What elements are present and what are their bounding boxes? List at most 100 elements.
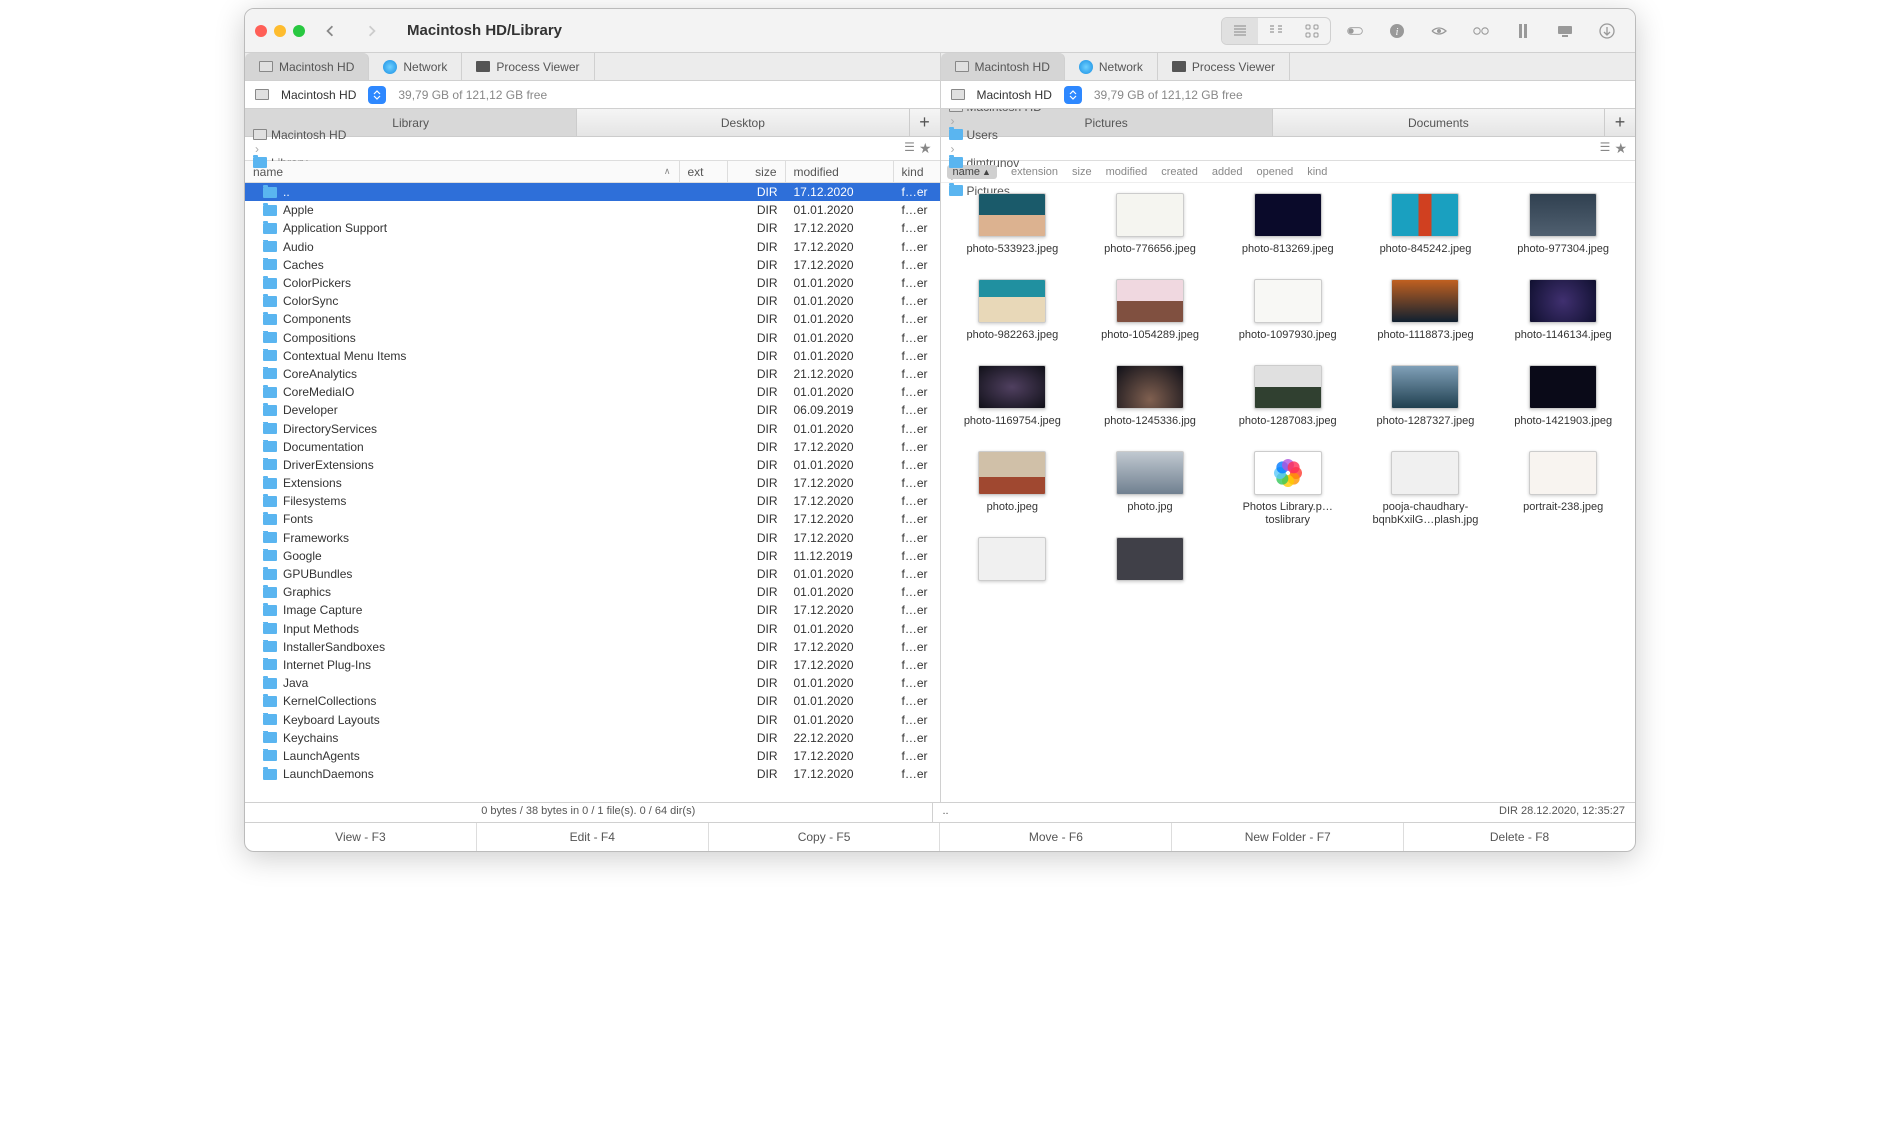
file-row[interactable]: AudioDIR17.12.2020f…er xyxy=(245,238,940,256)
thumbnail[interactable]: photo.jpg xyxy=(1082,451,1218,531)
location-tab-left-0[interactable]: Macintosh HD xyxy=(245,53,369,80)
fkey-4[interactable]: Edit - F4 xyxy=(477,823,709,851)
thumbnail[interactable]: photo-1118873.jpeg xyxy=(1358,279,1494,359)
thumbnail[interactable]: photo-1169754.jpeg xyxy=(945,365,1081,445)
file-row[interactable]: ColorSyncDIR01.01.2020f…er xyxy=(245,292,940,310)
file-row[interactable]: FontsDIR17.12.2020f…er xyxy=(245,510,940,528)
thumbnail[interactable]: photo-1054289.jpeg xyxy=(1082,279,1218,359)
thumbnail[interactable]: photo-1421903.jpeg xyxy=(1495,365,1631,445)
fkey-3[interactable]: View - F3 xyxy=(245,823,477,851)
file-row[interactable]: ComponentsDIR01.01.2020f…er xyxy=(245,310,940,328)
thumbnail[interactable]: photo-1287083.jpeg xyxy=(1220,365,1356,445)
pane-tab-left-1[interactable]: Desktop xyxy=(577,109,909,136)
file-row[interactable]: AppleDIR01.01.2020f…er xyxy=(245,201,940,219)
breadcrumb-seg[interactable]: Macintosh HD xyxy=(949,109,1042,114)
file-row[interactable]: CoreAnalyticsDIR21.12.2020f…er xyxy=(245,365,940,383)
thumbnail[interactable]: photo.jpeg xyxy=(945,451,1081,531)
thumbnail[interactable]: portrait-238.jpeg xyxy=(1495,451,1631,531)
file-row[interactable]: ColorPickersDIR01.01.2020f…er xyxy=(245,274,940,292)
file-row[interactable]: GraphicsDIR01.01.2020f…er xyxy=(245,583,940,601)
file-row[interactable]: Internet Plug-InsDIR17.12.2020f…er xyxy=(245,656,940,674)
darkmode-toggle-icon[interactable] xyxy=(1337,18,1373,44)
info-icon[interactable]: i xyxy=(1379,18,1415,44)
sort-modified[interactable]: modified xyxy=(1106,166,1148,178)
file-row[interactable]: DocumentationDIR17.12.2020f…er xyxy=(245,438,940,456)
file-row[interactable]: LaunchAgentsDIR17.12.2020f…er xyxy=(245,747,940,765)
thumbnail[interactable]: photo-982263.jpeg xyxy=(945,279,1081,359)
col-name[interactable]: name∧ xyxy=(245,161,680,182)
location-tab-left-1[interactable]: Network xyxy=(369,53,462,80)
breadcrumb-seg[interactable]: Users xyxy=(949,128,1042,142)
file-row[interactable]: ExtensionsDIR17.12.2020f…er xyxy=(245,474,940,492)
file-row[interactable]: Keyboard LayoutsDIR01.01.2020f…er xyxy=(245,710,940,728)
sort-size[interactable]: size xyxy=(1072,166,1092,178)
location-tab-right-0[interactable]: Macintosh HD xyxy=(941,53,1065,80)
thumbnail[interactable]: photo-1146134.jpeg xyxy=(1495,279,1631,359)
file-row[interactable]: Input MethodsDIR01.01.2020f…er xyxy=(245,620,940,638)
col-modified[interactable]: modified xyxy=(786,161,894,182)
sort-added[interactable]: added xyxy=(1212,166,1243,178)
drive-dropdown-left[interactable] xyxy=(368,86,386,104)
file-row[interactable]: GoogleDIR11.12.2019f…er xyxy=(245,547,940,565)
sort-kind[interactable]: kind xyxy=(1307,166,1327,178)
breadcrumb-seg[interactable]: Macintosh HD xyxy=(253,128,346,142)
col-ext[interactable]: ext xyxy=(680,161,728,182)
fkey-6[interactable]: Move - F6 xyxy=(940,823,1172,851)
fkey-8[interactable]: Delete - F8 xyxy=(1404,823,1635,851)
zoom-window-button[interactable] xyxy=(293,25,305,37)
sort-created[interactable]: created xyxy=(1161,166,1198,178)
drive-dropdown-right[interactable] xyxy=(1064,86,1082,104)
file-row[interactable]: ..DIR17.12.2020f…er xyxy=(245,183,940,201)
file-row[interactable]: DirectoryServicesDIR01.01.2020f…er xyxy=(245,419,940,437)
favorite-icon[interactable]: ★ xyxy=(1614,140,1627,157)
file-row[interactable]: FrameworksDIR17.12.2020f…er xyxy=(245,529,940,547)
location-tab-right-1[interactable]: Network xyxy=(1065,53,1158,80)
location-tab-right-2[interactable]: Process Viewer xyxy=(1158,53,1290,80)
file-row[interactable]: CachesDIR17.12.2020f…er xyxy=(245,256,940,274)
view-menu-icon[interactable]: ☰ xyxy=(1600,140,1611,157)
file-row[interactable]: CompositionsDIR01.01.2020f…er xyxy=(245,329,940,347)
thumbnail[interactable]: Photos Library.p…toslibrary xyxy=(1220,451,1356,531)
file-row[interactable]: CoreMediaIODIR01.01.2020f…er xyxy=(245,383,940,401)
thumbnail[interactable] xyxy=(945,537,1081,587)
eject-icon[interactable] xyxy=(1589,18,1625,44)
icon-view-button[interactable] xyxy=(1294,18,1330,44)
file-row[interactable]: KernelCollectionsDIR01.01.2020f…er xyxy=(245,692,940,710)
quicklook-icon[interactable] xyxy=(1421,18,1457,44)
thumbnail[interactable] xyxy=(1082,537,1218,587)
col-kind[interactable]: kind xyxy=(894,161,940,182)
nav-back-button[interactable] xyxy=(319,20,341,42)
thumbnail[interactable]: pooja-chaudhary-bqnbKxilG…plash.jpg xyxy=(1358,451,1494,531)
close-window-button[interactable] xyxy=(255,25,267,37)
desktop-icon[interactable] xyxy=(1547,18,1583,44)
file-row[interactable]: Image CaptureDIR17.12.2020f…er xyxy=(245,601,940,619)
pane-tab-add-right[interactable]: + xyxy=(1605,109,1635,136)
icon-grid-right[interactable]: photo-533923.jpegphoto-776656.jpegphoto-… xyxy=(941,183,1636,802)
thumbnail[interactable]: photo-776656.jpeg xyxy=(1082,193,1218,273)
pane-tab-right-1[interactable]: Documents xyxy=(1273,109,1605,136)
thumbnail[interactable]: photo-845242.jpeg xyxy=(1358,193,1494,273)
file-list-left[interactable]: ..DIR17.12.2020f…erAppleDIR01.01.2020f…e… xyxy=(245,183,940,802)
sort-opened[interactable]: opened xyxy=(1256,166,1293,178)
column-view-button[interactable] xyxy=(1258,18,1294,44)
file-row[interactable]: DriverExtensionsDIR01.01.2020f…er xyxy=(245,456,940,474)
favorite-icon[interactable]: ★ xyxy=(919,140,932,157)
thumbnail[interactable]: photo-813269.jpeg xyxy=(1220,193,1356,273)
thumbnail[interactable]: photo-977304.jpeg xyxy=(1495,193,1631,273)
thumbnail[interactable]: photo-1287327.jpeg xyxy=(1358,365,1494,445)
file-row[interactable]: Application SupportDIR17.12.2020f…er xyxy=(245,219,940,237)
file-row[interactable]: GPUBundlesDIR01.01.2020f…er xyxy=(245,565,940,583)
thumbnail[interactable]: photo-533923.jpeg xyxy=(945,193,1081,273)
compare-icon[interactable] xyxy=(1463,18,1499,44)
nav-forward-button[interactable] xyxy=(361,20,383,42)
file-row[interactable]: Contextual Menu ItemsDIR01.01.2020f…er xyxy=(245,347,940,365)
view-menu-icon[interactable]: ☰ xyxy=(904,140,915,157)
sort-extension[interactable]: extension xyxy=(1011,166,1058,178)
file-row[interactable]: InstallerSandboxesDIR17.12.2020f…er xyxy=(245,638,940,656)
thumbnail[interactable]: photo-1245336.jpg xyxy=(1082,365,1218,445)
col-size[interactable]: size xyxy=(728,161,786,182)
fkey-5[interactable]: Copy - F5 xyxy=(709,823,941,851)
list-view-button[interactable] xyxy=(1222,18,1258,44)
file-row[interactable]: KeychainsDIR22.12.2020f…er xyxy=(245,729,940,747)
terminal-icon[interactable] xyxy=(1505,18,1541,44)
